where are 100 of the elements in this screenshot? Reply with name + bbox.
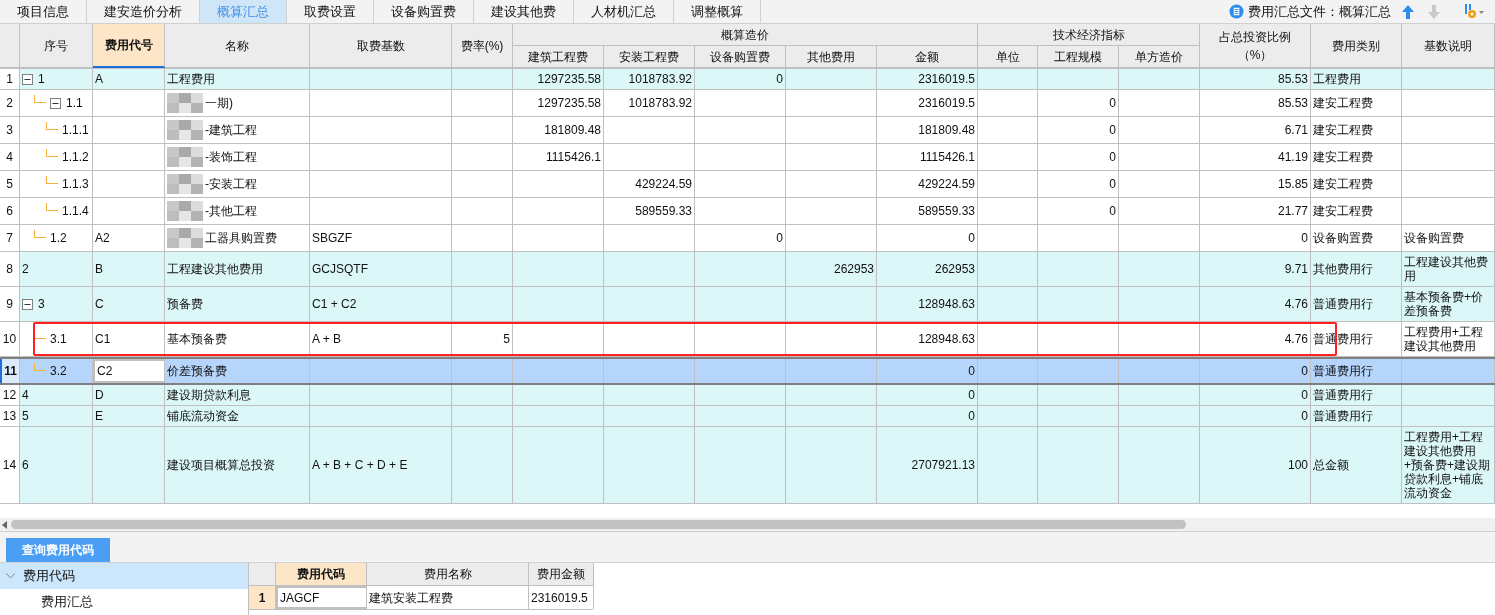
table-cell: 建安工程费: [1313, 123, 1373, 137]
column-header[interactable]: 名称: [165, 24, 310, 68]
table-cell: 1018783.92: [628, 96, 692, 110]
column-header[interactable]: 单方造价: [1119, 46, 1200, 68]
table-cell: 0: [968, 409, 975, 423]
tree-connector: [34, 230, 46, 238]
table-cell: 4.76: [1284, 297, 1308, 311]
table-cell[interactable]: 建筑安装工程费: [367, 586, 529, 609]
table-cell: 设备购置费: [1404, 231, 1464, 245]
row-number: 8: [0, 252, 20, 286]
table-cell: A + B + C + D + E: [312, 458, 408, 472]
table-row[interactable]: 12 4 D 建设期贷款利息 0 0 普通费用行: [0, 385, 1495, 406]
table-cell: 0: [1109, 150, 1116, 164]
table-cell: B: [95, 262, 103, 276]
table-cell: 总金额: [1313, 458, 1349, 472]
table-cell: 1297235.58: [537, 72, 601, 86]
table-cell: 2316019.5: [918, 96, 975, 110]
table-cell: 建安工程费: [1313, 96, 1373, 110]
table-cell: 普通费用行: [1313, 409, 1373, 423]
column-header[interactable]: 费率(%): [452, 24, 513, 68]
row-number: 12: [0, 385, 20, 405]
table-cell: SBGZF: [312, 231, 352, 245]
table-row[interactable]: 13 5 E 铺底流动资金 0 0 普通费用行: [0, 406, 1495, 427]
table-cell: 5: [503, 332, 510, 346]
table-cell: 589559.33: [918, 204, 975, 218]
table-row[interactable]: 11 3.2 C2 价差预备费 0 0 普通费用行: [0, 357, 1495, 385]
table-cell: 0: [1301, 409, 1308, 423]
tree-item[interactable]: 费用汇总: [0, 589, 248, 615]
table-cell[interactable]: JAGCF: [276, 586, 367, 609]
column-header[interactable]: 费用名称: [367, 563, 529, 586]
column-header[interactable]: 取费基数: [310, 24, 452, 68]
table-cell: 100: [1287, 458, 1308, 472]
column-header[interactable]: 基数说明: [1402, 24, 1495, 68]
table-cell: -其他工程: [205, 204, 257, 218]
sequence-number: 1.1.2: [62, 150, 89, 164]
chevron-icon[interactable]: [6, 573, 15, 579]
table-cell: 0: [1301, 231, 1308, 245]
table-cell: -装饰工程: [205, 150, 257, 164]
tree-connector: [46, 176, 58, 184]
table-row[interactable]: 8 2 B 工程建设其他费用 GCJSQTF 262953 262953 9.71 其他费用行 工程建设其他费用: [0, 252, 1495, 287]
table-cell: 41.19: [1277, 150, 1308, 164]
table-row[interactable]: 14 6 建设项目概算总投资 A + B + C + D + E 2707921.13 100 总金额 工程费用+工程建设其他费用+预备费+建设期贷款利息+铺底流动资金: [0, 427, 1495, 504]
sequence-number: 1.2: [50, 231, 67, 245]
column-header[interactable]: 占总投资比例（%）: [1200, 24, 1311, 68]
settings-icon[interactable]: [1463, 3, 1485, 20]
column-header[interactable]: 费用代码: [276, 563, 367, 586]
table-cell: 262953: [934, 262, 975, 276]
sequence-number: 2: [22, 262, 29, 276]
tree-item[interactable]: 费用代码: [0, 563, 248, 589]
arrow-up-icon[interactable]: [1401, 3, 1415, 20]
sequence-number: 1.1.4: [62, 204, 89, 218]
column-header[interactable]: 安装工程费: [604, 46, 695, 68]
table-cell: 6.71: [1284, 123, 1308, 137]
column-header[interactable]: 单位: [978, 46, 1038, 68]
table-cell: 工程建设其他费用: [167, 262, 263, 276]
table-cell: C1 + C2: [312, 297, 357, 311]
table-row[interactable]: 1 1 A 工程费用 1297235.58 1018783.92 0 2316019.5 85.53 工程费用: [0, 69, 1495, 90]
table-row[interactable]: 7 1.2 A2 工器具购置费 SBGZF 0 0 0 设备购置费 设备购置费: [0, 225, 1495, 252]
table-cell: 工程费用: [1313, 72, 1361, 86]
tree-connector: [46, 149, 58, 157]
table-cell: 1018783.92: [628, 72, 692, 86]
table-row[interactable]: 2 1.1 一期) 1297235.58 1018783.92 2316019.5 0 85.53 建安工程费: [0, 90, 1495, 117]
collapse-icon[interactable]: [50, 97, 61, 109]
table-cell: 0: [776, 231, 783, 245]
table-cell: 其他费用行: [1313, 262, 1373, 276]
sequence-number: 1.1: [66, 96, 83, 110]
scroll-left-icon[interactable]: [2, 520, 8, 529]
table-row[interactable]: 6 1.1.4 -其他工程 589559.33 589559.33 0 21.77 建安工程费: [0, 198, 1495, 225]
table-row[interactable]: 4 1.1.2 -装饰工程 1115426.1 1115426.1 0 41.19 建安工程费: [0, 144, 1495, 171]
table-cell: 128948.63: [918, 332, 975, 346]
column-header[interactable]: 费用类别: [1311, 24, 1402, 68]
scrollbar-thumb[interactable]: [11, 520, 1186, 529]
table-cell: 建设项目概算总投资: [167, 458, 275, 472]
table-cell: 工程费用: [167, 72, 215, 86]
sequence-number: 3.2: [50, 364, 67, 378]
column-header[interactable]: 金额: [877, 46, 978, 68]
column-header[interactable]: 序号: [20, 24, 93, 68]
table-cell: 1297235.58: [537, 96, 601, 110]
column-header[interactable]: 工程规模: [1038, 46, 1119, 68]
column-header[interactable]: 费用金额: [529, 563, 594, 586]
column-header[interactable]: 费用代号: [93, 24, 165, 68]
table-cell: C2: [97, 364, 113, 378]
sequence-number: 1.1.1: [62, 123, 89, 137]
table-row[interactable]: 3 1.1.1 -建筑工程 181809.48 181809.48 0 6.71 建安工程费: [0, 117, 1495, 144]
table-cell: 铺底流动资金: [167, 409, 239, 423]
table-cell: A: [95, 72, 103, 86]
table-cell: 普通费用行: [1313, 297, 1373, 311]
table-row[interactable]: 5 1.1.3 -安装工程 429224.59 429224.59 0 15.85 建安工程费: [0, 171, 1495, 198]
horizontal-scrollbar[interactable]: [0, 518, 1495, 531]
table-row[interactable]: 10 3.1 C1 基本预备费 A + B 5 128948.63 4.76 普通费用行 工程费用+工程建设其他费用: [0, 322, 1495, 357]
collapse-icon[interactable]: [22, 73, 33, 85]
table-row[interactable]: 9 3 C 预备费 C1 + C2 128948.63 4.76 普通费用行 基本预备费+价差预备费: [0, 287, 1495, 322]
table-cell: 0: [1109, 96, 1116, 110]
column-header[interactable]: 设备购置费: [695, 46, 786, 68]
table-cell[interactable]: 2316019.5: [529, 586, 594, 609]
table-cell: 设备购置费: [1313, 231, 1373, 245]
column-header[interactable]: 其他费用: [786, 46, 877, 68]
column-header[interactable]: 建筑工程费: [513, 46, 604, 68]
collapse-icon[interactable]: [22, 298, 33, 310]
sequence-number: 3.1: [50, 332, 67, 346]
